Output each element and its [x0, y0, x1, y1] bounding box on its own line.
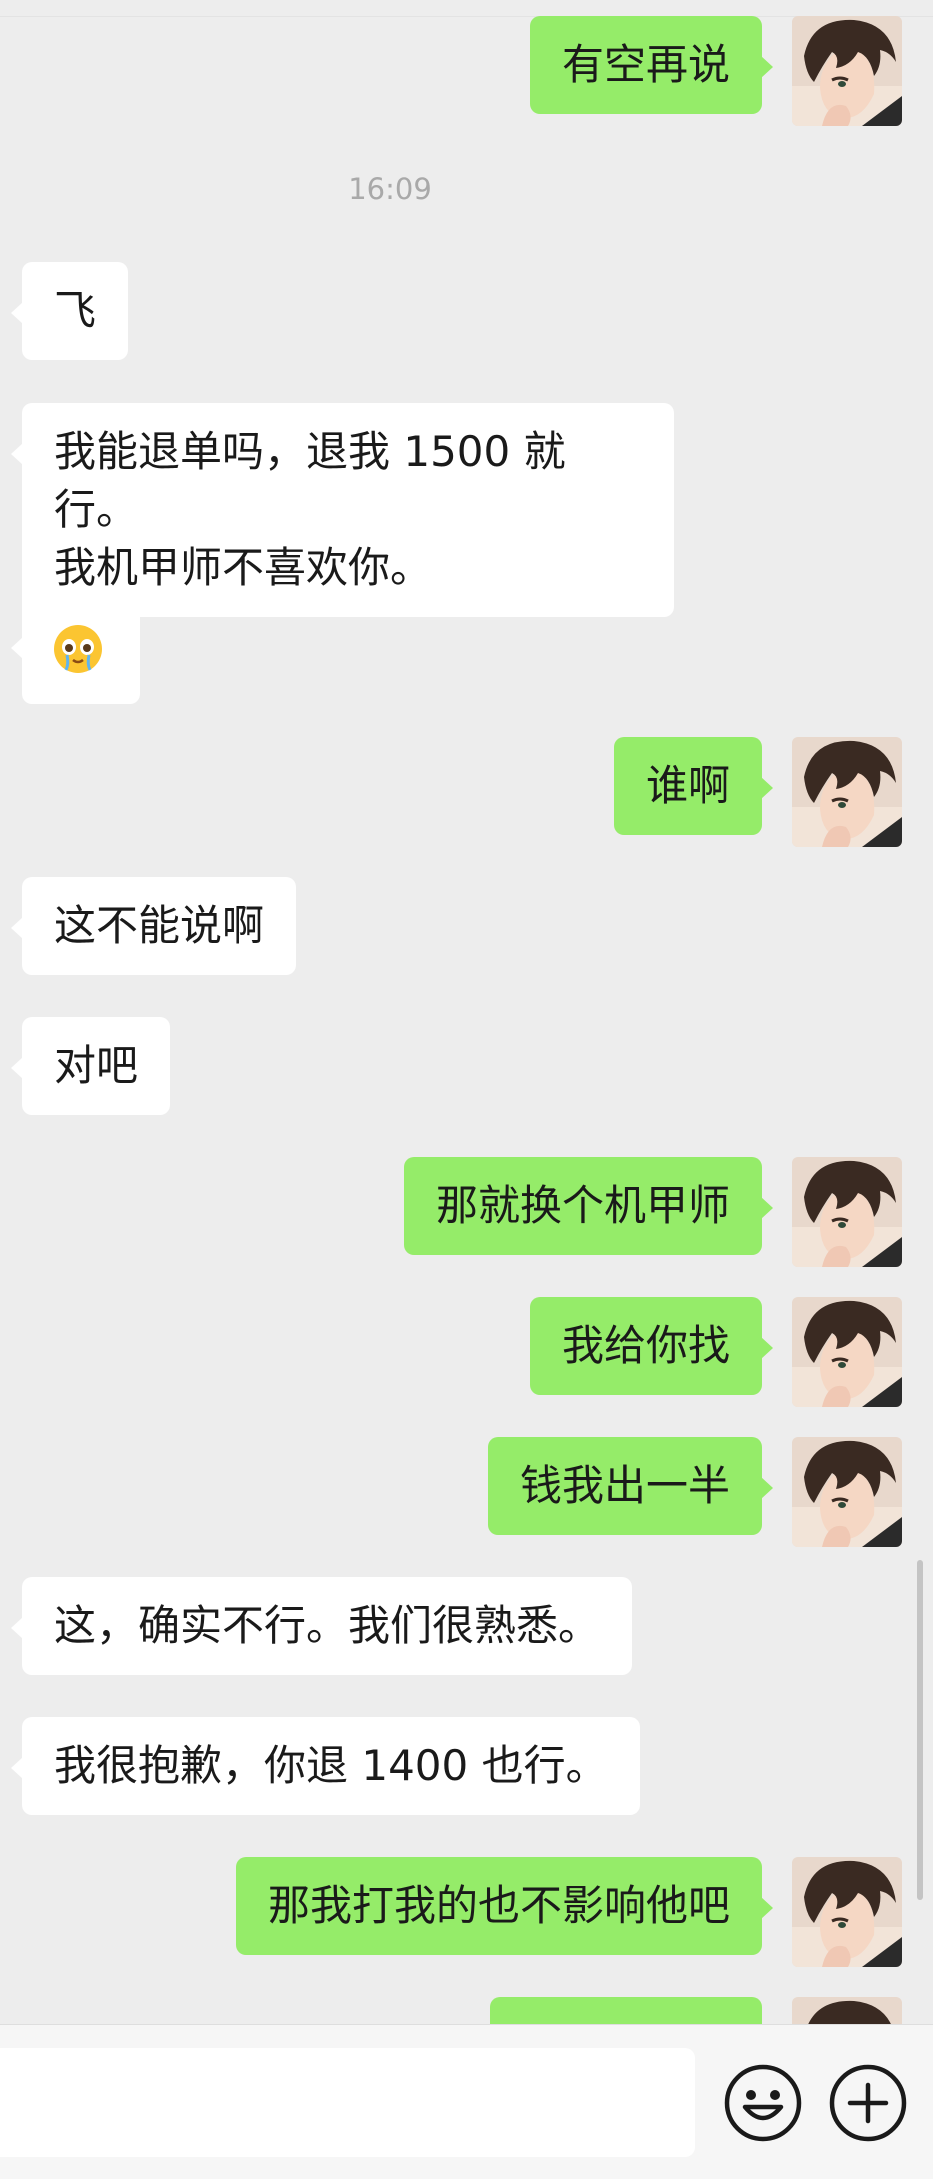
my-avatar[interactable] [792, 1997, 902, 2024]
my-avatar[interactable] [792, 1437, 902, 1547]
incoming-message[interactable]: 这，确实不行。我们很熟悉。 [10, 1577, 633, 1675]
outgoing-message[interactable]: 我给你找 [529, 1297, 774, 1395]
more-button[interactable] [826, 2061, 910, 2145]
scrollbar[interactable] [917, 1560, 923, 1900]
my-avatar[interactable] [792, 737, 902, 847]
outgoing-message[interactable]: 钱我出一半 [487, 1437, 774, 1535]
message-line: 我机甲师不喜欢你。 [54, 543, 433, 592]
emoji-button[interactable] [721, 2061, 805, 2145]
incoming-emoji-message[interactable] [11, 597, 140, 704]
incoming-message[interactable]: 我能退单吗，退我 1500 就行。 我机甲师不喜欢你。 [11, 403, 674, 617]
timestamp: 16:09 [348, 172, 432, 206]
incoming-message[interactable]: 这不能说啊 [10, 877, 297, 975]
smiley-icon [724, 2064, 802, 2142]
divider [0, 0, 933, 17]
outgoing-message[interactable] [490, 1997, 762, 2024]
outgoing-message[interactable]: 谁啊 [613, 737, 774, 835]
message-input[interactable] [0, 2048, 695, 2157]
chat-history[interactable]: 有空再说 16:09 飞 我能退单吗，退我 1500 就行。 我机甲师不喜欢你。… [0, 0, 933, 2024]
my-avatar[interactable] [792, 1857, 902, 1967]
my-avatar[interactable] [792, 16, 902, 126]
message-line: 我能退单吗，退我 1500 就行。 [54, 427, 566, 534]
outgoing-message[interactable]: 那我打我的也不影响他吧 [235, 1857, 774, 1955]
my-avatar[interactable] [792, 1157, 902, 1267]
incoming-message[interactable]: 对吧 [10, 1017, 171, 1115]
face-holding-back-tears-emoji [53, 624, 103, 674]
incoming-message[interactable]: 飞 [10, 262, 129, 360]
input-bar [0, 2024, 933, 2179]
plus-circle-icon [829, 2064, 907, 2142]
outgoing-message[interactable]: 有空再说 [529, 16, 774, 114]
outgoing-message[interactable]: 那就换个机甲师 [403, 1157, 774, 1255]
incoming-message[interactable]: 我很抱歉，你退 1400 也行。 [11, 1717, 640, 1815]
my-avatar[interactable] [792, 1297, 902, 1407]
